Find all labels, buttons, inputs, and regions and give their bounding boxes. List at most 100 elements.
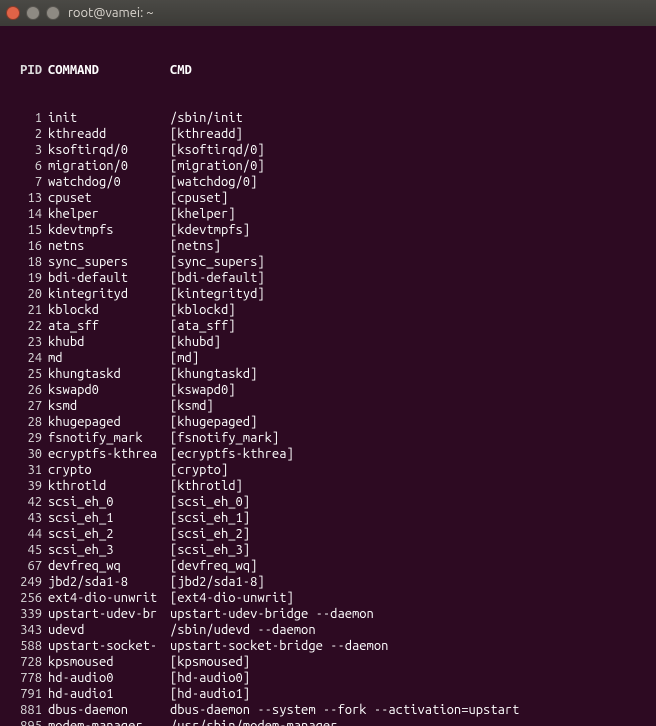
cell-cmd: [watchdog/0] bbox=[170, 174, 650, 190]
cell-command: udevd bbox=[48, 622, 170, 638]
window-controls bbox=[6, 6, 60, 20]
cell-command: hd-audio1 bbox=[48, 686, 170, 702]
cell-pid: 14 bbox=[6, 206, 48, 222]
cell-cmd: [khugepaged] bbox=[170, 414, 650, 430]
cell-cmd: [crypto] bbox=[170, 462, 650, 478]
table-row: 778hd-audio0[hd-audio0] bbox=[6, 670, 650, 686]
table-row: 588upstart-socket-upstart-socket-bridge … bbox=[6, 638, 650, 654]
table-row: 67devfreq_wq[devfreq_wq] bbox=[6, 558, 650, 574]
table-row: 881dbus-daemondbus-daemon --system --for… bbox=[6, 702, 650, 718]
table-row: 13cpuset[cpuset] bbox=[6, 190, 650, 206]
cell-cmd: [khungtaskd] bbox=[170, 366, 650, 382]
cell-command: kthrotld bbox=[48, 478, 170, 494]
cell-cmd: [jbd2/sda1-8] bbox=[170, 574, 650, 590]
table-row: 20kintegrityd[kintegrityd] bbox=[6, 286, 650, 302]
cell-command: kintegrityd bbox=[48, 286, 170, 302]
close-icon[interactable] bbox=[6, 6, 20, 20]
terminal-output[interactable]: PID COMMAND CMD 1init/sbin/init2kthreadd… bbox=[0, 26, 656, 726]
cell-cmd: [ksoftirqd/0] bbox=[170, 142, 650, 158]
window-titlebar: root@vamei: ~ bbox=[0, 0, 656, 26]
cell-pid: 339 bbox=[6, 606, 48, 622]
table-row: 31crypto[crypto] bbox=[6, 462, 650, 478]
table-row: 45scsi_eh_3[scsi_eh_3] bbox=[6, 542, 650, 558]
cell-command: upstart-udev-br bbox=[48, 606, 170, 622]
table-row: 24md[md] bbox=[6, 350, 650, 366]
cell-pid: 44 bbox=[6, 526, 48, 542]
cell-cmd: /sbin/udevd --daemon bbox=[170, 622, 650, 638]
table-row: 249jbd2/sda1-8[jbd2/sda1-8] bbox=[6, 574, 650, 590]
cell-command: hd-audio0 bbox=[48, 670, 170, 686]
cell-cmd: [khelper] bbox=[170, 206, 650, 222]
cell-command: scsi_eh_2 bbox=[48, 526, 170, 542]
cell-command: ata_sff bbox=[48, 318, 170, 334]
cell-cmd: [scsi_eh_1] bbox=[170, 510, 650, 526]
cell-command: kblockd bbox=[48, 302, 170, 318]
cell-command: md bbox=[48, 350, 170, 366]
cell-cmd: [hd-audio0] bbox=[170, 670, 650, 686]
window-title: root@vamei: ~ bbox=[68, 6, 154, 20]
col-command: COMMAND bbox=[48, 62, 170, 78]
col-pid: PID bbox=[6, 62, 48, 78]
table-row: 39kthrotld[kthrotld] bbox=[6, 478, 650, 494]
cell-cmd: /usr/sbin/modem-manager bbox=[170, 718, 650, 726]
cell-command: ksmd bbox=[48, 398, 170, 414]
cell-pid: 7 bbox=[6, 174, 48, 190]
cell-command: crypto bbox=[48, 462, 170, 478]
cell-pid: 21 bbox=[6, 302, 48, 318]
cell-pid: 791 bbox=[6, 686, 48, 702]
cell-cmd: [kswapd0] bbox=[170, 382, 650, 398]
table-row: 1init/sbin/init bbox=[6, 110, 650, 126]
cell-pid: 22 bbox=[6, 318, 48, 334]
table-row: 19bdi-default[bdi-default] bbox=[6, 270, 650, 286]
cell-pid: 23 bbox=[6, 334, 48, 350]
cell-pid: 31 bbox=[6, 462, 48, 478]
cell-command: khelper bbox=[48, 206, 170, 222]
maximize-icon[interactable] bbox=[46, 6, 60, 20]
table-row: 791hd-audio1[hd-audio1] bbox=[6, 686, 650, 702]
cell-command: scsi_eh_0 bbox=[48, 494, 170, 510]
cell-pid: 18 bbox=[6, 254, 48, 270]
table-row: 43scsi_eh_1[scsi_eh_1] bbox=[6, 510, 650, 526]
cell-cmd: [md] bbox=[170, 350, 650, 366]
table-row: 256ext4-dio-unwrit[ext4-dio-unwrit] bbox=[6, 590, 650, 606]
cell-command: ksoftirqd/0 bbox=[48, 142, 170, 158]
cell-cmd: [ata_sff] bbox=[170, 318, 650, 334]
cell-pid: 3 bbox=[6, 142, 48, 158]
minimize-icon[interactable] bbox=[26, 6, 40, 20]
table-row: 18sync_supers[sync_supers] bbox=[6, 254, 650, 270]
cell-command: upstart-socket- bbox=[48, 638, 170, 654]
cell-pid: 26 bbox=[6, 382, 48, 398]
table-row: 343udevd/sbin/udevd --daemon bbox=[6, 622, 650, 638]
cell-pid: 42 bbox=[6, 494, 48, 510]
cell-pid: 39 bbox=[6, 478, 48, 494]
cell-cmd: [netns] bbox=[170, 238, 650, 254]
cell-cmd: /sbin/init bbox=[170, 110, 650, 126]
cell-command: kpsmoused bbox=[48, 654, 170, 670]
cell-cmd: [scsi_eh_0] bbox=[170, 494, 650, 510]
table-row: 7watchdog/0[watchdog/0] bbox=[6, 174, 650, 190]
table-row: 728kpsmoused[kpsmoused] bbox=[6, 654, 650, 670]
cell-pid: 895 bbox=[6, 718, 48, 726]
cell-cmd: [fsnotify_mark] bbox=[170, 430, 650, 446]
cell-cmd: [kthreadd] bbox=[170, 126, 650, 142]
cell-cmd: [bdi-default] bbox=[170, 270, 650, 286]
cell-pid: 343 bbox=[6, 622, 48, 638]
cell-pid: 45 bbox=[6, 542, 48, 558]
cell-pid: 2 bbox=[6, 126, 48, 142]
cell-command: kdevtmpfs bbox=[48, 222, 170, 238]
table-row: 339upstart-udev-brupstart-udev-bridge --… bbox=[6, 606, 650, 622]
cell-command: devfreq_wq bbox=[48, 558, 170, 574]
cell-command: sync_supers bbox=[48, 254, 170, 270]
table-row: 15kdevtmpfs[kdevtmpfs] bbox=[6, 222, 650, 238]
table-row: 25khungtaskd[khungtaskd] bbox=[6, 366, 650, 382]
table-row: 44scsi_eh_2[scsi_eh_2] bbox=[6, 526, 650, 542]
cell-cmd: [hd-audio1] bbox=[170, 686, 650, 702]
table-row: 27ksmd[ksmd] bbox=[6, 398, 650, 414]
cell-command: khungtaskd bbox=[48, 366, 170, 382]
cell-pid: 67 bbox=[6, 558, 48, 574]
cell-pid: 778 bbox=[6, 670, 48, 686]
cell-cmd: [kthrotld] bbox=[170, 478, 650, 494]
cell-command: kthreadd bbox=[48, 126, 170, 142]
cell-cmd: [scsi_eh_3] bbox=[170, 542, 650, 558]
cell-pid: 588 bbox=[6, 638, 48, 654]
